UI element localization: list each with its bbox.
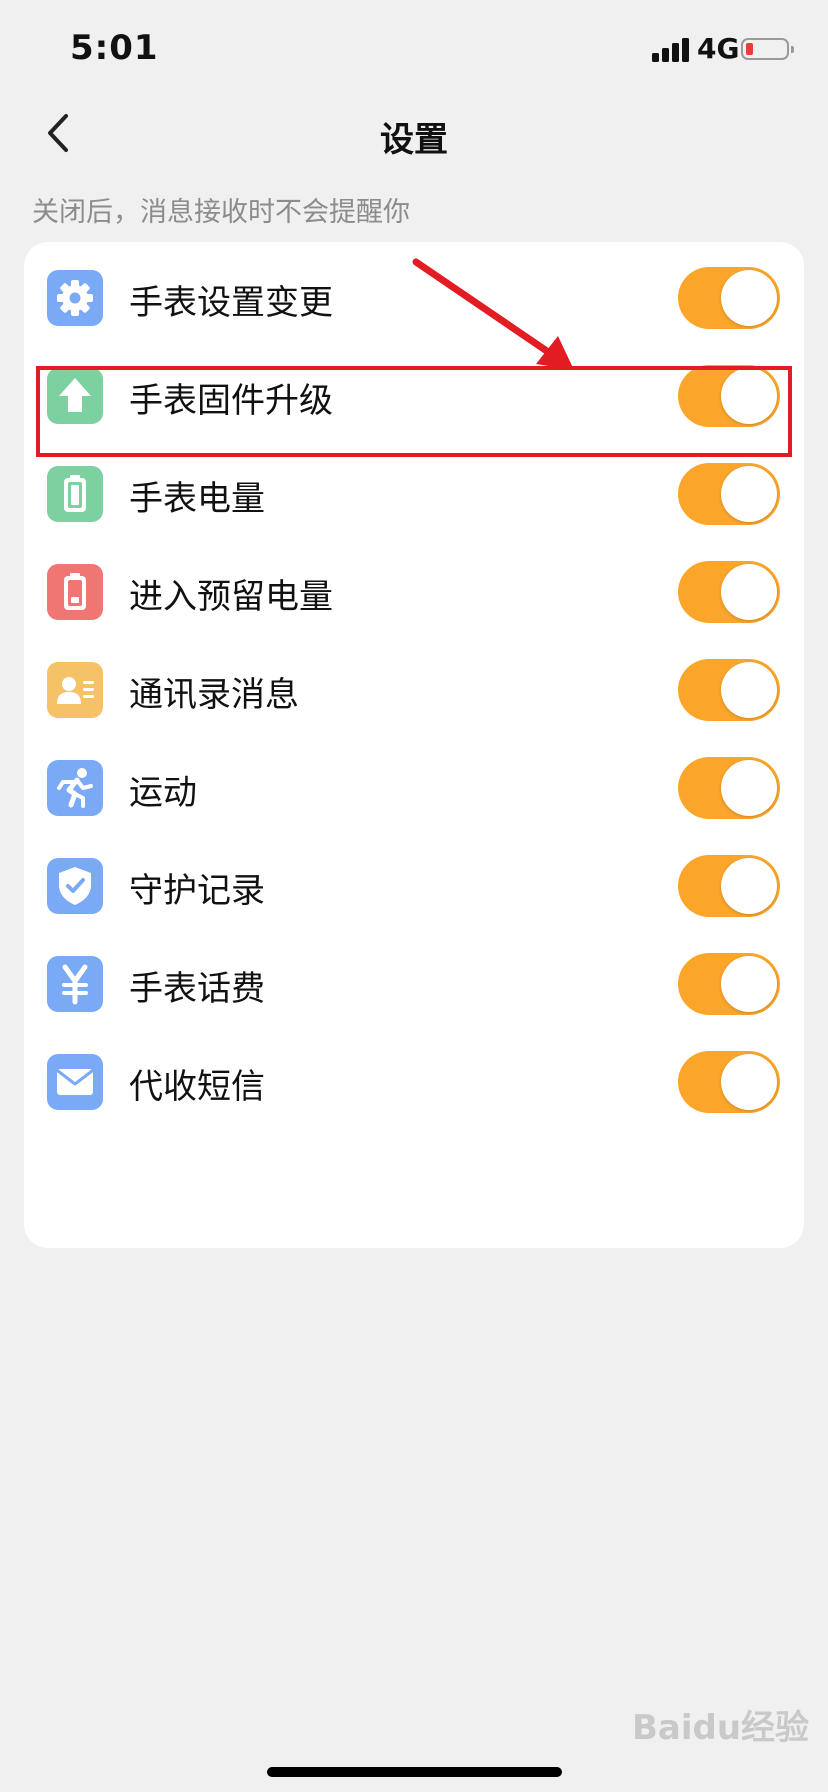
envelope-icon — [47, 1054, 103, 1110]
toggle-switch[interactable] — [678, 953, 780, 1015]
toggle-knob — [721, 270, 777, 326]
setting-label: 手表话费 — [129, 969, 265, 1009]
toggle-switch[interactable] — [678, 855, 780, 917]
setting-row-phone-fee: 手表话费 — [24, 928, 804, 1040]
battery-icon — [47, 466, 103, 522]
nav-bar: 设置 — [0, 100, 828, 166]
battery-status-icon — [741, 38, 794, 60]
highlight-box — [36, 366, 792, 457]
toggle-switch[interactable] — [678, 659, 780, 721]
pointer-arrow-icon — [412, 258, 574, 370]
contact-card-icon — [47, 662, 103, 718]
toggle-knob — [721, 1054, 777, 1110]
toggle-switch[interactable] — [678, 561, 780, 623]
setting-label: 手表电量 — [129, 479, 265, 519]
toggle-knob — [721, 662, 777, 718]
status-time: 5:01 — [70, 28, 159, 68]
setting-row-sports: 运动 — [24, 732, 804, 844]
toggle-knob — [721, 956, 777, 1012]
toggle-knob — [721, 760, 777, 816]
running-person-icon — [47, 760, 103, 816]
setting-row-reserve-battery: 进入预留电量 — [24, 536, 804, 648]
toggle-switch[interactable] — [678, 267, 780, 329]
watermark-logo: Baidu经验 — [632, 1708, 810, 1748]
toggle-switch[interactable] — [678, 1051, 780, 1113]
yuan-icon — [47, 956, 103, 1012]
toggle-switch[interactable] — [678, 757, 780, 819]
setting-row-proxy-sms: 代收短信 — [24, 1026, 804, 1138]
setting-label: 手表设置变更 — [129, 283, 333, 323]
page-title: 设置 — [380, 120, 448, 160]
hint-text: 关闭后，消息接收时不会提醒你 — [32, 197, 410, 228]
setting-row-guard-record: 守护记录 — [24, 830, 804, 942]
setting-label: 进入预留电量 — [129, 577, 333, 617]
setting-label: 守护记录 — [129, 871, 265, 911]
toggle-switch[interactable] — [678, 463, 780, 525]
network-type: 4G — [697, 32, 740, 65]
low-battery-icon — [47, 564, 103, 620]
setting-row-contacts-message: 通讯录消息 — [24, 634, 804, 746]
setting-label: 通讯录消息 — [129, 675, 299, 715]
signal-strength-icon — [652, 38, 689, 62]
toggle-knob — [721, 466, 777, 522]
toggle-knob — [721, 858, 777, 914]
setting-label: 运动 — [129, 773, 197, 813]
setting-label: 代收短信 — [129, 1067, 265, 1107]
status-bar: 5:01 4G — [0, 0, 828, 100]
shield-check-icon — [47, 858, 103, 914]
gear-icon — [47, 270, 103, 326]
home-indicator — [267, 1767, 562, 1777]
toggle-knob — [721, 564, 777, 620]
